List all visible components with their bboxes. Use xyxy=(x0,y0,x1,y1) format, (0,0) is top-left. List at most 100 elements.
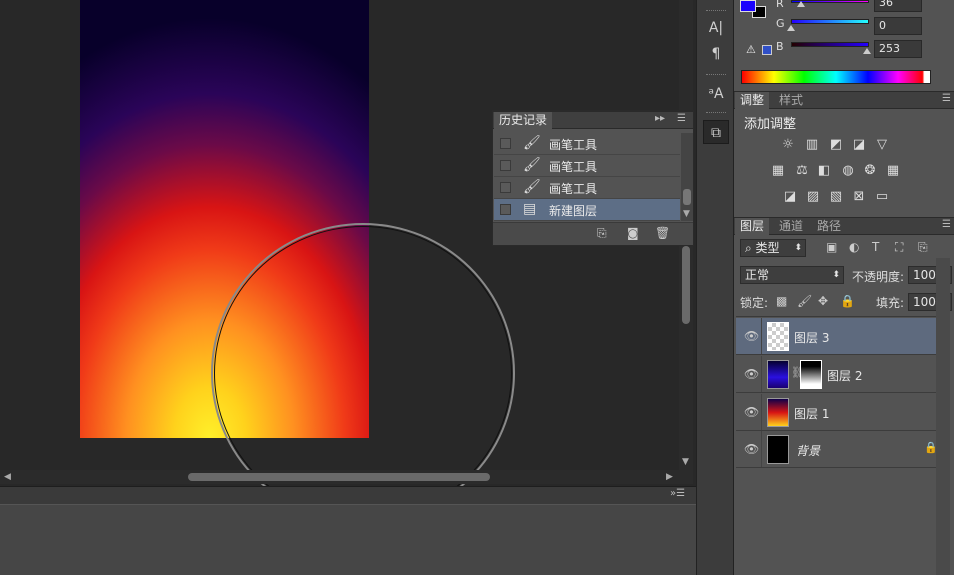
layer-thumbnail[interactable] xyxy=(767,398,789,427)
horizontal-scroll-thumb[interactable] xyxy=(188,473,490,481)
color-lookup-icon[interactable]: ▦ xyxy=(885,164,901,178)
grip xyxy=(706,112,726,114)
r-value-field[interactable]: 36 xyxy=(874,0,922,12)
filter-shape-icon[interactable]: ⛶ xyxy=(895,240,903,255)
tab-channels[interactable]: 通道 xyxy=(774,218,808,235)
g-slider-thumb[interactable] xyxy=(787,25,795,31)
layer-thumbnail[interactable] xyxy=(767,360,789,389)
history-snapshot-checkbox[interactable] xyxy=(500,182,511,193)
tab-paths[interactable]: 路径 xyxy=(812,218,846,235)
history-snapshot-checkbox[interactable] xyxy=(500,204,511,215)
b-value-field[interactable]: 253 xyxy=(874,40,922,58)
selective-color-icon[interactable]: ⊠ xyxy=(851,190,867,204)
black-white-icon[interactable]: ◧ xyxy=(816,164,832,178)
filter-adjustment-icon[interactable]: ◐ xyxy=(849,240,859,254)
lock-position-icon[interactable]: ✥ xyxy=(818,294,828,308)
history-panel-icon[interactable]: ⧉ xyxy=(703,120,729,144)
history-item-label: 画笔工具 xyxy=(549,182,598,196)
panel-menu-icon[interactable]: »☰ xyxy=(670,488,685,499)
exposure-icon[interactable]: ◪ xyxy=(851,138,867,152)
layer-name[interactable]: 图层 2 xyxy=(827,367,862,384)
filter-type-icon[interactable]: T xyxy=(872,240,879,254)
scroll-down-arrow[interactable]: ▼ xyxy=(682,457,689,467)
scroll-down-arrow[interactable]: ▼ xyxy=(683,209,690,219)
grip xyxy=(706,74,726,76)
photo-filter-icon[interactable]: ◍ xyxy=(840,164,856,178)
gradient-map-icon[interactable]: ▭ xyxy=(874,190,890,204)
g-value-field[interactable]: 0 xyxy=(874,17,922,35)
brightness-contrast-icon[interactable]: ☼ xyxy=(780,138,796,152)
scroll-right-arrow[interactable]: ▶ xyxy=(666,472,673,482)
color-balance-icon[interactable]: ⚖ xyxy=(794,164,810,178)
character-panel-icon[interactable]: A| xyxy=(703,16,729,40)
layers-scrollbar[interactable] xyxy=(936,258,950,575)
layer-row-layer-3[interactable]: 👁 图层 3 xyxy=(736,318,950,355)
history-item[interactable]: 🖌 画笔工具 xyxy=(494,177,680,199)
glyphs-icon[interactable]: ᵃA xyxy=(703,82,729,106)
new-layer-icon: ▤ xyxy=(523,201,537,217)
paragraph-panel-icon[interactable]: ¶ xyxy=(703,42,729,66)
r-slider-thumb[interactable] xyxy=(797,1,805,7)
blend-mode-select[interactable]: 正常 ⬍ xyxy=(740,266,844,284)
history-scrollbar[interactable]: ▼ xyxy=(681,133,693,221)
invert-icon[interactable]: ◪ xyxy=(782,190,798,204)
history-panel: 历史记录 ▸▸ ☰ 🖌 画笔工具 🖌 画笔工具 🖌 画笔工具 ▤ 新建图层 ▼ … xyxy=(492,110,694,246)
brush-icon: 🖌 xyxy=(523,179,541,195)
vertical-scroll-thumb[interactable] xyxy=(682,246,690,324)
b-slider-thumb[interactable] xyxy=(863,48,871,54)
layer-thumbnail[interactable] xyxy=(767,435,789,464)
hue-saturation-icon[interactable]: ▦ xyxy=(770,164,786,178)
lock-image-icon[interactable]: 🖌 xyxy=(797,294,812,308)
color-spectrum-bar[interactable] xyxy=(741,70,931,84)
history-item[interactable]: 🖌 画笔工具 xyxy=(494,155,680,177)
divider xyxy=(736,316,950,317)
filter-pixel-icon[interactable]: ▣ xyxy=(826,240,837,254)
history-item[interactable]: 🖌 画笔工具 xyxy=(494,133,680,155)
history-snapshot-checkbox[interactable] xyxy=(500,138,511,149)
layer-row-layer-1[interactable]: 👁 图层 1 xyxy=(736,394,950,431)
layer-row-layer-2[interactable]: 👁 ⛓ 图层 2 xyxy=(736,356,950,393)
b-slider[interactable] xyxy=(791,42,869,47)
filter-smart-object-icon[interactable]: ⎘ xyxy=(918,240,928,255)
history-scroll-thumb[interactable] xyxy=(683,189,691,205)
lock-all-icon[interactable]: 🔒 xyxy=(840,294,855,308)
history-tabbar: 历史记录 ▸▸ ☰ xyxy=(493,111,693,129)
camera-icon[interactable]: ◙ xyxy=(627,226,639,240)
vibrance-icon[interactable]: ▽ xyxy=(874,138,890,152)
collapse-icon[interactable]: ▸▸ xyxy=(655,113,665,124)
layer-row-background[interactable]: 👁 背景 🔒 xyxy=(736,431,950,468)
visibility-toggle[interactable]: 👁 xyxy=(736,318,762,354)
foreground-color-swatch[interactable] xyxy=(740,0,756,12)
panel-menu-icon[interactable]: ☰ xyxy=(942,93,951,104)
channel-mixer-icon[interactable]: ❂ xyxy=(862,164,878,178)
out-of-gamut-warning-icon[interactable]: ⚠ xyxy=(746,43,756,56)
tab-styles[interactable]: 样式 xyxy=(774,92,808,109)
history-item-label: 新建图层 xyxy=(549,204,598,218)
tab-layers[interactable]: 图层 xyxy=(735,218,770,235)
visibility-toggle[interactable]: 👁 xyxy=(736,394,762,430)
tab-history[interactable]: 历史记录 xyxy=(494,112,553,129)
lock-transparent-icon[interactable]: ▩ xyxy=(776,294,787,308)
curves-icon[interactable]: ◩ xyxy=(828,138,844,152)
visibility-toggle[interactable]: 👁 xyxy=(736,431,762,467)
panel-menu-icon[interactable]: ☰ xyxy=(677,113,686,124)
layer-name[interactable]: 背景 xyxy=(796,442,820,459)
history-item-selected[interactable]: ▤ 新建图层 xyxy=(494,199,680,221)
new-document-from-state-icon[interactable]: ⎘ xyxy=(597,226,607,241)
layer-name[interactable]: 图层 3 xyxy=(794,329,829,346)
scroll-left-arrow[interactable]: ◀ xyxy=(4,472,11,482)
history-snapshot-checkbox[interactable] xyxy=(500,160,511,171)
tab-adjustments[interactable]: 调整 xyxy=(735,92,770,109)
layer-filter-select[interactable]: ⌕ 类型 ⬍ xyxy=(740,239,806,257)
web-safe-swatch[interactable] xyxy=(762,45,772,55)
panel-menu-icon[interactable]: ☰ xyxy=(942,219,951,230)
threshold-icon[interactable]: ▧ xyxy=(828,190,844,204)
posterize-icon[interactable]: ▨ xyxy=(805,190,821,204)
trash-icon[interactable]: 🗑 xyxy=(655,226,670,240)
layer-mask-thumbnail[interactable] xyxy=(800,360,822,389)
layer-name[interactable]: 图层 1 xyxy=(794,405,829,422)
g-slider[interactable] xyxy=(791,19,869,24)
visibility-toggle[interactable]: 👁 xyxy=(736,356,762,392)
levels-icon[interactable]: ▥ xyxy=(804,138,820,152)
layer-thumbnail[interactable] xyxy=(767,322,789,351)
